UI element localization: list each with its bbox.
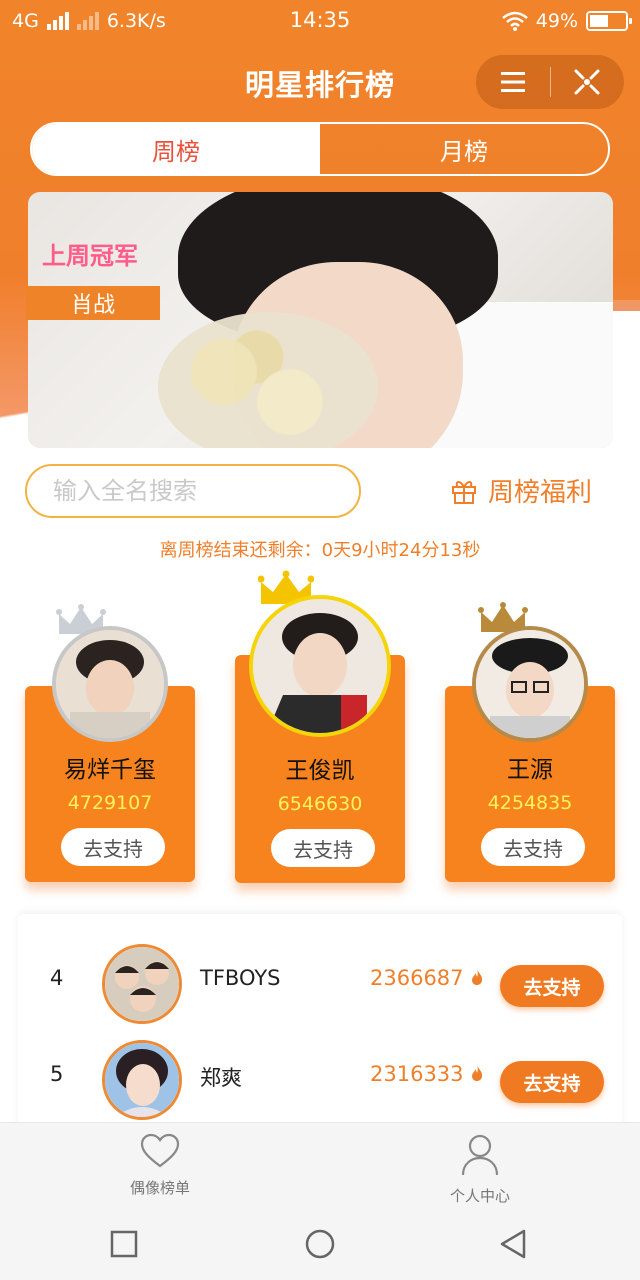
heart-icon [140, 1133, 180, 1168]
wifi-icon [501, 11, 528, 31]
tab-label: 偶像榜单 [129, 1179, 190, 1197]
back-icon[interactable] [498, 1228, 528, 1260]
battery-icon [586, 11, 632, 31]
menu-icon [500, 72, 525, 92]
list-item[interactable]: 5 郑爽 2316333 去支持 [18, 1034, 622, 1124]
champion-label: 上周冠军 [42, 242, 138, 270]
countdown-text: 离周榜结束还剩余：0天9小时24分13秒 [159, 540, 481, 561]
person-icon [461, 1134, 499, 1176]
search-box [25, 464, 361, 518]
podium-name: 王源 [507, 757, 553, 783]
podium-score: 4729107 [67, 792, 153, 814]
tab-idol-ranking[interactable]: 偶像榜单 [80, 1133, 240, 1198]
tab-profile[interactable]: 个人中心 [400, 1133, 560, 1206]
ranking-list: 4 TFBOYS 2366687 去支持 5 郑爽 2316333 去支持 [18, 914, 622, 1134]
menu-button[interactable] [476, 55, 550, 109]
support-button[interactable]: 去支持 [500, 1061, 604, 1103]
list-name: 郑爽 [200, 1066, 242, 1090]
tab-monthly[interactable]: 月榜 [320, 124, 608, 174]
support-button[interactable]: 去支持 [61, 828, 165, 866]
welfare-label: 周榜福利 [488, 478, 593, 508]
avatar-rank-1[interactable] [249, 595, 391, 737]
mini-program-capsule [476, 55, 624, 109]
support-button[interactable]: 去支持 [481, 828, 585, 866]
support-button[interactable]: 去支持 [271, 829, 375, 867]
app-root: 4G 6.3K/s 14:35 49% 明星排行榜 周榜 月榜 上周冠军 肖战 … [0, 0, 640, 1280]
gift-icon [452, 480, 476, 504]
close-target-icon [574, 69, 600, 95]
list-rank: 5 [50, 1062, 64, 1086]
list-rank: 4 [50, 966, 64, 990]
list-name: TFBOYS [200, 966, 281, 990]
weekly-welfare-link[interactable]: 周榜福利 [450, 472, 592, 509]
avatar-rank-2[interactable] [52, 626, 168, 742]
home-icon[interactable] [304, 1228, 336, 1260]
champion-name: 肖战 [26, 286, 160, 320]
battery-percent: 49% [535, 10, 578, 32]
podium-score: 4254835 [487, 792, 573, 814]
avatar-rank-3[interactable] [472, 626, 588, 742]
podium-score: 6546630 [277, 793, 363, 815]
champion-banner[interactable] [28, 192, 613, 448]
system-navigation-bar [0, 1214, 640, 1280]
close-button[interactable] [551, 55, 625, 109]
recent-apps-icon[interactable] [110, 1230, 138, 1258]
podium-name: 易烊千玺 [64, 757, 156, 783]
list-avatar [102, 1040, 182, 1120]
period-tabs: 周榜 月榜 [30, 122, 610, 176]
support-button[interactable]: 去支持 [500, 965, 604, 1007]
tab-weekly[interactable]: 周榜 [32, 124, 320, 174]
list-score: 2366687 [370, 966, 464, 990]
list-avatar [102, 944, 182, 1024]
status-bar: 4G 6.3K/s 14:35 49% [0, 0, 640, 44]
podium-name: 王俊凯 [285, 758, 355, 784]
tab-label: 个人中心 [449, 1187, 510, 1205]
list-item[interactable]: 4 TFBOYS 2366687 去支持 [18, 938, 622, 1028]
fire-icon [472, 969, 483, 985]
list-score: 2316333 [370, 1062, 464, 1086]
bottom-tab-bar: 偶像榜单 个人中心 [0, 1122, 640, 1214]
search-input[interactable] [53, 477, 353, 505]
fire-icon [472, 1065, 483, 1081]
